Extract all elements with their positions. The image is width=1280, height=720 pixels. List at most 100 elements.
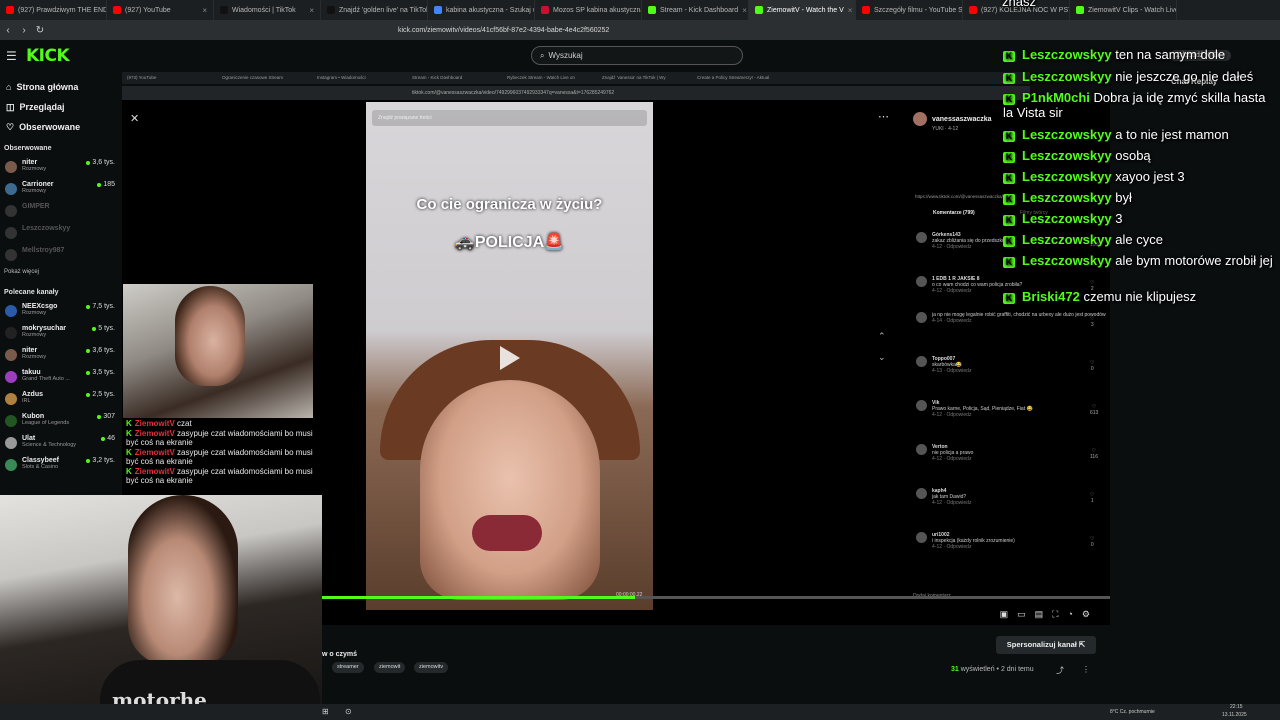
more-icon[interactable]: ⋯ — [878, 110, 889, 123]
tab-close-icon[interactable]: × — [742, 6, 747, 15]
browser-tab[interactable]: (927) Prawdziwym THE ENDUI× — [0, 0, 107, 20]
video-tag-chip[interactable]: streamer — [332, 662, 364, 673]
sidebar-channel[interactable]: NEEXcsgo Rozmowy 7,5 tys. — [0, 303, 120, 325]
browser-tab[interactable]: Znajdź 'golden live' na TikTok× — [321, 0, 428, 20]
inner-tab[interactable]: Znajdź 'vanessa' na TikTok | Wy — [597, 72, 692, 84]
avatar[interactable] — [916, 312, 927, 323]
browser-tab[interactable]: Szczegóły filmu - YouTube Stu× — [856, 0, 963, 20]
taskbar-search-icon[interactable]: ⊙ — [345, 707, 352, 716]
comment-likes[interactable]: ♡ 116 — [1090, 448, 1098, 460]
sidebar-channel[interactable]: niter Rozmowy 3,6 tys. — [0, 159, 120, 181]
inner-tab[interactable]: Ograniczenie czasowe Stream — [217, 72, 312, 84]
avatar[interactable] — [916, 232, 927, 243]
sidebar-channel[interactable]: Kubon League of Legends 307 — [0, 413, 120, 435]
avatar[interactable] — [916, 488, 927, 499]
browser-tab[interactable]: ZiemowitV - Watch the V × — [749, 0, 856, 20]
inner-tab[interactable]: (973) YouTube — [122, 72, 217, 84]
start-icon[interactable]: ⊞ — [322, 707, 329, 716]
clock-date[interactable]: 13.11.2025 — [1222, 712, 1247, 718]
theater-icon[interactable]: ▭ — [1017, 609, 1026, 620]
sidebar-channel[interactable]: mokrysuchar Rozmowy 5 tys. — [0, 325, 120, 347]
pip-icon[interactable]: ▤ — [1035, 609, 1044, 620]
more-options-icon[interactable]: ⋮ — [1082, 665, 1090, 674]
kick-logo[interactable]: KICK — [26, 46, 70, 66]
personalize-button[interactable]: Spersonalizuj kanał ⇱ — [996, 636, 1096, 654]
tab-close-icon[interactable]: × — [202, 6, 207, 15]
video-tag-chip[interactable]: ziemowitv — [414, 662, 449, 673]
chevron-down-icon[interactable]: ⌄ — [878, 352, 886, 363]
sidebar-channel[interactable]: takuu Grand Theft Auto ... 3,5 tys. — [0, 369, 120, 391]
avatar[interactable] — [913, 112, 927, 126]
close-icon[interactable]: ✕ — [130, 112, 139, 125]
seek-bar[interactable] — [322, 596, 1110, 599]
sidebar-channel[interactable]: Carrioner Rozmowy 185 — [0, 181, 120, 203]
weather[interactable]: 8°C Cz. pochmurnie — [1110, 709, 1155, 715]
sidebar-channel[interactable]: niter Rozmowy 3,6 tys. — [0, 347, 120, 369]
sidebar-channel[interactable]: Azdus IRL 2,5 tys. — [0, 391, 120, 413]
kick-badge-icon: K — [1003, 73, 1015, 84]
url-field[interactable]: kick.com/ziemowitv/videos/41cf56bf-87e2-… — [398, 27, 609, 34]
browser-tab[interactable]: kabina akustyczna - Szukaj w× — [428, 0, 535, 20]
comment-likes[interactable]: ♡ 0 — [1090, 536, 1094, 548]
comment-likes[interactable]: ♡ 3 — [1090, 316, 1094, 328]
sidebar-channel[interactable]: Classybeef Slots & Casino 3,2 tys. — [0, 457, 120, 479]
channel-category: Grand Theft Auto ... — [22, 376, 70, 382]
video-tag-chip[interactable]: ziemowit — [374, 662, 406, 673]
speed-icon[interactable]: ◔ — [1067, 609, 1072, 619]
reload-icon[interactable]: ↻ — [32, 25, 48, 36]
sidebar-channel[interactable]: Mellstroy987 — [0, 247, 120, 269]
browser-tab[interactable]: (927) YouTube × — [107, 0, 214, 20]
menu-icon[interactable]: ☰ — [6, 49, 17, 63]
sidebar-nav-label: Strona główna — [16, 82, 79, 92]
sidebar-nav-item[interactable]: ⌂ Strona główna — [0, 77, 120, 97]
show-more-link[interactable]: Pokaż więcej — [0, 269, 120, 285]
forward-icon[interactable]: › — [16, 25, 32, 36]
inner-tab[interactable]: Instagram • Wiadomości — [312, 72, 407, 84]
sidebar-channel[interactable]: Leszczowskyy — [0, 225, 120, 247]
tab-close-icon[interactable]: × — [848, 6, 853, 15]
settings-icon[interactable]: ⚙ — [1082, 609, 1090, 620]
viewer-count: 2,5 tys. — [86, 391, 115, 398]
inner-tab[interactable]: Rybeczek Stream - Watch Live on — [502, 72, 597, 84]
sidebar-channel[interactable]: GIMPER — [0, 203, 120, 225]
comment-likes[interactable]: ♡ 0 — [1090, 360, 1094, 372]
comment-likes[interactable]: ♡ 1 — [1090, 492, 1094, 504]
overlay-chat-user: Briski472 — [1022, 289, 1080, 304]
search-input[interactable]: ⌕ Wyszukaj — [531, 46, 743, 65]
overlay-chat-user: Leszczowskyy — [1022, 127, 1112, 142]
tab-favicon-icon — [648, 6, 656, 14]
tab-favicon-icon — [220, 6, 228, 14]
clip-icon[interactable]: ▣ — [1000, 609, 1009, 620]
fullscreen-icon[interactable]: ⛶ — [1052, 609, 1058, 620]
tiktok-comment: Vik Prawo karne, Policja, Sąd, Pieniądze,… — [916, 400, 1122, 418]
inner-tab[interactable]: Create a Policy Streamerzy! - Aktual — [692, 72, 787, 84]
sidebar-nav-item[interactable]: ◫ Przeglądaj — [0, 97, 120, 117]
tab-label: ZiemowitV - Watch the V — [767, 6, 844, 14]
browser-tab[interactable]: ZiemowitV Clips - Watch Live× — [1070, 0, 1177, 20]
tab-close-icon[interactable]: × — [309, 6, 314, 15]
sidebar-channel[interactable]: Ulat Science & Technology 46 — [0, 435, 120, 457]
kick-badge-icon: K — [1003, 257, 1015, 268]
viewer-count: 3,6 tys. — [86, 159, 115, 166]
comment-likes[interactable]: ♡ 613 — [1090, 404, 1098, 416]
tab-label: ZiemowitV Clips - Watch Live — [1088, 6, 1177, 14]
inner-tab[interactable]: Stream - Kick Dashboard — [407, 72, 502, 84]
tiktok-search[interactable]: Znajdź powiązane treści — [372, 110, 647, 126]
back-icon[interactable]: ‹ — [0, 25, 16, 36]
share-icon[interactable]: ⤴ — [1056, 665, 1064, 676]
browser-tab[interactable]: Wiadomości | TikTok × — [214, 0, 321, 20]
sidebar-nav-item[interactable]: ♡ Obserwowane — [0, 117, 120, 137]
avatar[interactable] — [916, 444, 927, 455]
channel-name: Ulat — [22, 435, 36, 442]
browser-tab[interactable]: Mozos SP kabina akustyczna d× — [535, 0, 642, 20]
play-icon[interactable] — [500, 346, 520, 370]
avatar[interactable] — [916, 276, 927, 287]
avatar[interactable] — [916, 532, 927, 543]
avatar[interactable] — [916, 356, 927, 367]
chevron-up-icon[interactable]: ⌃ — [878, 331, 886, 342]
avatar[interactable] — [916, 400, 927, 411]
live-dot-icon — [97, 182, 102, 187]
viewer-count: 3,6 tys. — [86, 347, 115, 354]
clock-time[interactable]: 22:15 — [1230, 704, 1243, 710]
browser-tab[interactable]: Stream - Kick Dashboard × — [642, 0, 749, 20]
